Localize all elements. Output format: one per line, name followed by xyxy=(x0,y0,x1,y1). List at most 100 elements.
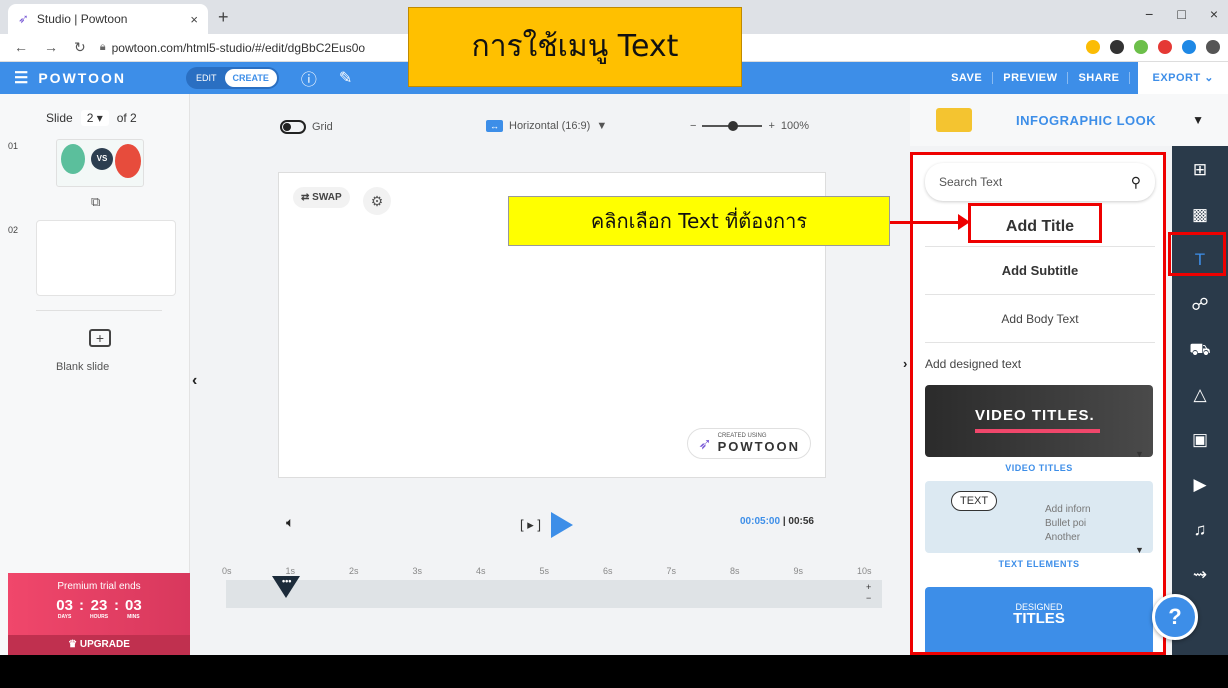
back-icon[interactable]: ← xyxy=(14,39,28,56)
extension-icon[interactable] xyxy=(1134,40,1148,54)
grid-switch[interactable] xyxy=(280,120,306,134)
timeline-zoom-in[interactable]: + xyxy=(866,582,871,593)
grid-toggle[interactable]: Grid xyxy=(280,120,333,134)
menu-icon: ☰ xyxy=(14,70,31,87)
transitions-icon[interactable]: ⇝ xyxy=(1172,565,1228,585)
ratio-select[interactable]: ↔ Horizontal (16:9) ▼ xyxy=(486,120,607,132)
video-titles-card[interactable]: VIDEO TITLES. xyxy=(925,385,1153,457)
countdown-mins: 03 MINS xyxy=(125,598,142,621)
timeline-tick-label: 9s xyxy=(793,566,804,576)
upgrade-button[interactable]: ♛ UPGRADE xyxy=(8,635,190,655)
extension-icon[interactable] xyxy=(1158,40,1172,54)
reload-icon[interactable]: ↻ xyxy=(74,39,86,56)
swap-label: SWAP xyxy=(312,192,342,203)
new-tab-button[interactable]: + xyxy=(218,7,229,28)
tab-close-button[interactable]: × xyxy=(190,12,198,27)
add-body-text-button[interactable]: Add Body Text xyxy=(925,295,1155,343)
profile-avatar[interactable] xyxy=(1206,40,1220,54)
letterbox xyxy=(0,655,1228,688)
zoom-control: − + 100% xyxy=(690,120,809,132)
add-blank-slide-button[interactable]: + xyxy=(89,329,111,347)
thumb-vs-badge: VS xyxy=(91,148,113,170)
search-placeholder: Search Text xyxy=(939,175,1003,189)
add-subtitle-button[interactable]: Add Subtitle xyxy=(925,247,1155,295)
tutorial-title: การใช้เมนู Text xyxy=(408,7,742,87)
bullet-line: Add inforn xyxy=(1045,504,1091,515)
extension-icon[interactable] xyxy=(1086,40,1100,54)
callout-arrow-head xyxy=(958,214,970,230)
look-selector[interactable]: INFOGRAPHIC LOOK ▼ xyxy=(910,94,1228,146)
timeline-tick-label: 6s xyxy=(603,566,613,576)
search-icon[interactable]: ⚲ xyxy=(1131,174,1141,191)
mode-toggle[interactable]: EDIT CREATE xyxy=(186,67,279,89)
zoom-out-button[interactable]: − xyxy=(690,120,696,132)
zoom-in-button[interactable]: + xyxy=(768,120,774,132)
speaker-icon[interactable]: 🔈︎ xyxy=(286,514,294,531)
edit-mode-button[interactable]: EDIT xyxy=(188,69,225,87)
background-icon[interactable]: ▩ xyxy=(1172,205,1228,225)
designed-titles-card[interactable]: DESIGNED TITLES xyxy=(925,587,1153,652)
tab-title: Studio | Powtoon xyxy=(36,12,128,26)
save-button[interactable]: SAVE xyxy=(941,72,994,84)
slide-number: 02 xyxy=(8,225,19,235)
slide-select[interactable]: 2 ▾ xyxy=(80,110,109,126)
images-icon[interactable]: ▣ xyxy=(1172,430,1228,450)
export-button[interactable]: EXPORT ⌄ xyxy=(1138,62,1228,94)
upgrade-label: UPGRADE xyxy=(79,639,130,650)
text-elements-caption: TEXT ELEMENTS xyxy=(998,559,1080,569)
forward-icon[interactable]: → xyxy=(44,39,58,56)
help-icon[interactable]: ⓘ xyxy=(301,66,317,90)
chevron-down-icon[interactable]: ▼ xyxy=(1135,545,1144,555)
play-icon[interactable] xyxy=(550,512,573,538)
video-icon[interactable]: ▶ xyxy=(1172,475,1228,495)
extension-icon[interactable] xyxy=(1110,40,1124,54)
designed-big: TITLES xyxy=(1013,610,1065,627)
window-controls: − □ × xyxy=(1145,6,1218,22)
search-text-input[interactable]: Search Text ⚲ xyxy=(925,163,1155,201)
play-scene-button[interactable]: [ ▸ ] xyxy=(520,517,541,533)
thumb-shape xyxy=(61,144,85,174)
look-thumbnail xyxy=(936,108,972,132)
chevron-down-icon[interactable]: ▼ xyxy=(1135,449,1144,459)
timeline-tick-labels: 0s 1s 2s 3s 4s 5s 6s 7s 8s 9s 10s xyxy=(222,566,872,578)
help-bubble-button[interactable]: ? xyxy=(1152,594,1198,640)
slide-actions-icon[interactable]: ⧉ xyxy=(91,194,100,210)
text-elements-card[interactable]: TEXT Add inforn Bullet poi Another xyxy=(925,481,1153,553)
collapse-panel-icon[interactable]: ‹ xyxy=(192,372,197,390)
countdown: 03 DAYS : 23 HOURS : 03 MINS xyxy=(8,598,190,621)
layout-icon[interactable]: ⊞ xyxy=(1172,160,1228,180)
powtoon-logo[interactable]: ☰ POWTOON xyxy=(14,68,164,88)
close-window-button[interactable]: × xyxy=(1210,6,1218,22)
characters-icon[interactable]: ☍ xyxy=(1172,295,1228,315)
create-mode-button[interactable]: CREATE xyxy=(224,69,277,87)
designed-titles-text: DESIGNED TITLES xyxy=(991,601,1087,627)
bullet-lines: Add inforn Bullet poi Another xyxy=(1045,503,1091,545)
gear-icon[interactable]: ⚙ xyxy=(363,187,391,215)
url-field[interactable]: 🔒︎ powtoon.com/html5-studio/#/edit/dgBbC… xyxy=(100,41,365,55)
timeline-zoom-out[interactable]: − xyxy=(866,593,871,604)
extension-icon[interactable] xyxy=(1182,40,1196,54)
browser-tab[interactable]: ➶ Studio | Powtoon × xyxy=(8,4,208,34)
timeline-tick-label: 1s xyxy=(285,566,296,576)
expand-panel-icon[interactable]: › xyxy=(903,356,907,371)
countdown-hours: 23 HOURS xyxy=(89,598,109,621)
timeline-track[interactable] xyxy=(226,580,882,608)
premium-trial-banner[interactable]: Premium trial ends 03 DAYS : 23 HOURS : 03… xyxy=(8,573,190,655)
props-icon[interactable]: ⛟ xyxy=(1172,340,1228,362)
music-icon[interactable]: ♫ xyxy=(1172,520,1228,540)
swap-button[interactable]: ⇄ SWAP xyxy=(293,187,350,208)
slide-thumbnail-2[interactable] xyxy=(36,220,176,296)
zoom-slider-knob[interactable] xyxy=(728,121,739,131)
preview-button[interactable]: PREVIEW xyxy=(993,72,1069,84)
zoom-slider[interactable] xyxy=(702,121,763,131)
powtoon-logo-icon: ➶ xyxy=(698,435,712,453)
minimize-button[interactable]: − xyxy=(1145,6,1153,22)
callout-arrow xyxy=(890,221,960,224)
share-button[interactable]: SHARE xyxy=(1068,72,1131,84)
slide-thumbnail-1[interactable]: VS xyxy=(56,139,144,187)
shapes-icon[interactable]: △ xyxy=(1172,385,1228,405)
export-label: EXPORT xyxy=(1152,72,1201,84)
hours-label: HOURS xyxy=(89,614,109,620)
maximize-button[interactable]: □ xyxy=(1177,6,1185,22)
notes-icon[interactable]: ✎ xyxy=(339,68,352,88)
